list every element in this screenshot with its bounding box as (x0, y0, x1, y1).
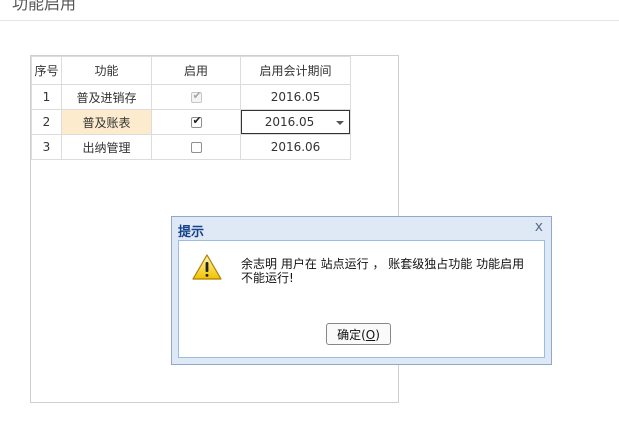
dialog-body: 余志明 用户在 站点运行 ， 账套级独占功能 功能启用 不能运行! 确定(O) (178, 240, 545, 358)
row-index: 2 (31, 109, 62, 135)
header-period: 启用会计期间 (240, 56, 351, 85)
ok-label: 确定 (337, 327, 362, 342)
row-period: 2016.06 (240, 134, 351, 160)
row-period-cell: 2016.05 (240, 109, 351, 135)
header-index: 序号 (31, 56, 62, 85)
row-index: 1 (31, 84, 62, 110)
enabled-checkbox[interactable] (190, 142, 202, 153)
function-table: 序号 功能 启用 启用会计期间 1 普及进销存 ✔ 2016.05 2 普及账表… (31, 56, 351, 160)
table-header-row: 序号 功能 启用 启用会计期间 (31, 56, 351, 85)
row-function: 普及账表 (61, 109, 152, 135)
dialog-title: 提示 (178, 225, 205, 240)
dialog-message: 余志明 用户在 站点运行 ， 账套级独占功能 功能启用 不能运行! (241, 257, 525, 285)
row-enabled-cell: ✔ (151, 84, 241, 110)
row-period: 2016.05 (240, 84, 351, 110)
chevron-down-icon[interactable] (336, 121, 344, 125)
check-icon: ✔ (192, 89, 202, 102)
header-enabled: 启用 (151, 56, 241, 85)
warning-icon (192, 254, 222, 280)
period-value: 2016.05 (264, 115, 315, 129)
table-row[interactable]: 3 出纳管理 2016.06 (31, 134, 351, 160)
alert-dialog: 提示 x 余志明 用户在 站点运行 ， 账套级独占功能 功能启用 不能运行! 确… (171, 216, 552, 365)
table-row[interactable]: 1 普及进销存 ✔ 2016.05 (31, 84, 351, 110)
row-enabled-cell (151, 134, 241, 160)
ok-button[interactable]: 确定(O) (326, 323, 391, 345)
header-function: 功能 (61, 56, 152, 85)
row-function: 普及进销存 (61, 84, 152, 110)
title-divider (0, 20, 619, 21)
period-dropdown[interactable]: 2016.05 (241, 110, 350, 134)
table-row[interactable]: 2 普及账表 ✔ 2016.05 (31, 109, 351, 135)
ok-hotkey: O (365, 327, 376, 342)
close-icon[interactable]: x (535, 219, 543, 235)
enabled-checkbox[interactable]: ✔ (190, 114, 202, 128)
page-title: 功能启用 (12, 0, 77, 13)
row-enabled-cell: ✔ (151, 109, 241, 135)
check-icon: ✔ (192, 114, 202, 127)
enabled-checkbox: ✔ (190, 89, 202, 103)
row-index: 3 (31, 134, 62, 160)
row-function: 出纳管理 (61, 134, 152, 160)
